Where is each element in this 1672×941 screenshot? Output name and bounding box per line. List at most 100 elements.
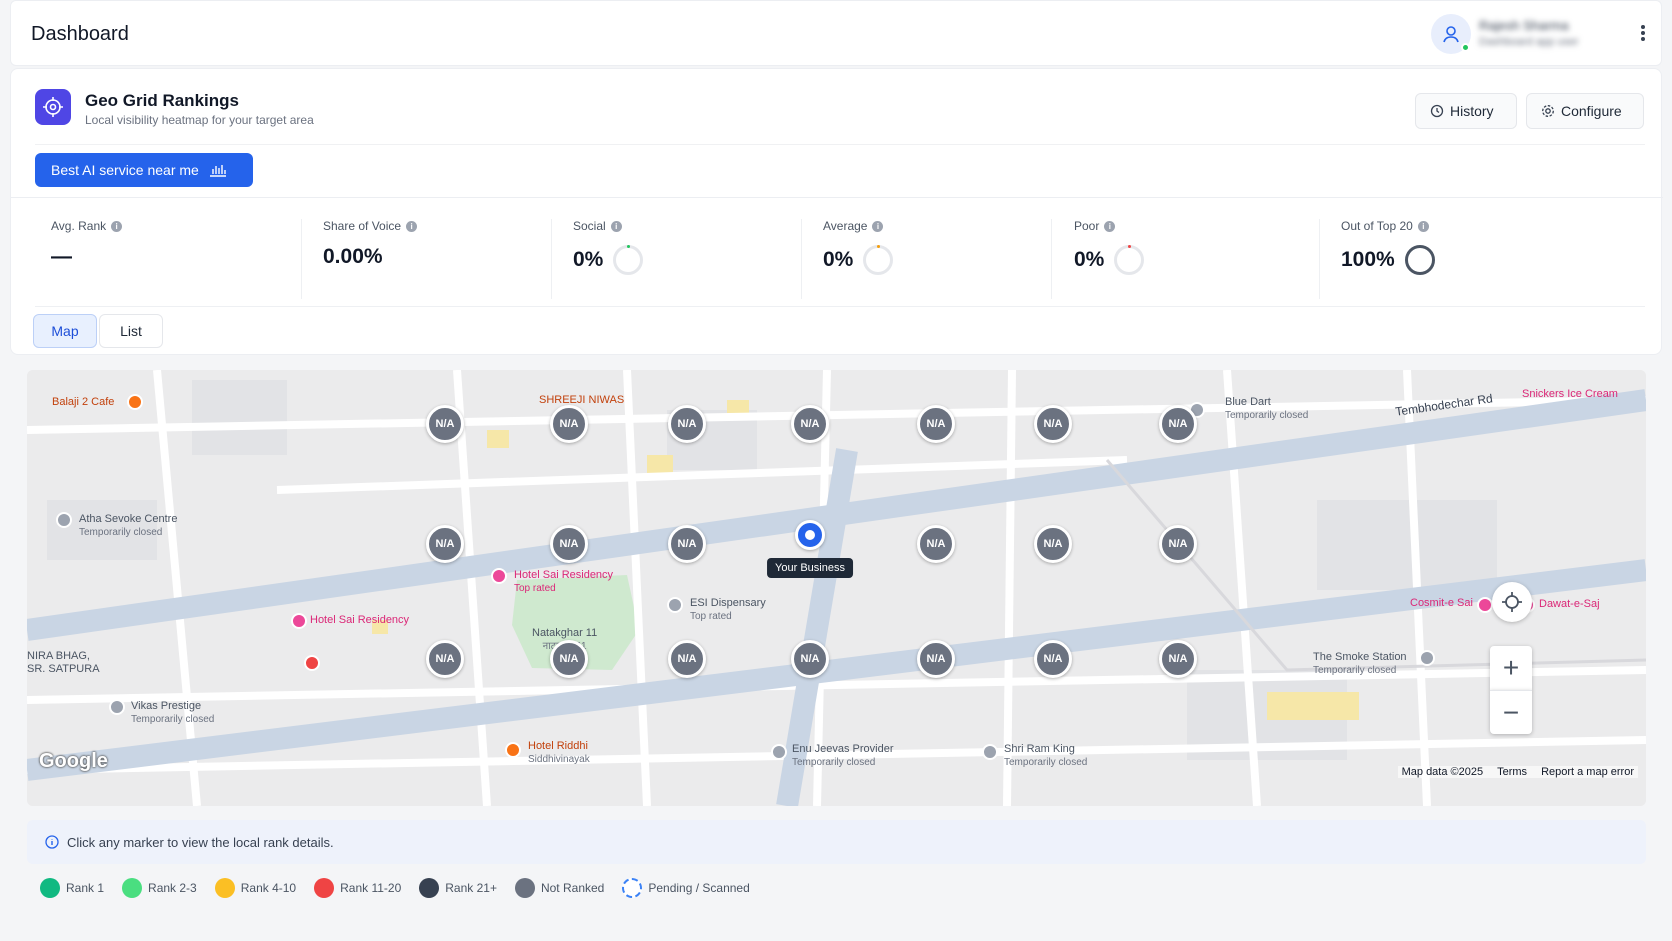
info-icon[interactable]: i (111, 220, 123, 232)
grid-marker[interactable]: N/A (1034, 525, 1072, 563)
poi-status: Top rated (690, 611, 732, 622)
poi-snickers[interactable]: Snickers Ice Cream (1522, 388, 1618, 401)
legend-item: Rank 2-3 (122, 878, 197, 898)
terms-link[interactable]: Terms (1497, 766, 1527, 778)
poi-name: Vikas Prestige (131, 700, 202, 712)
grid-marker[interactable]: N/A (1034, 640, 1072, 678)
legend-label: Rank 11-20 (340, 881, 402, 895)
grid-marker[interactable]: N/A (668, 525, 706, 563)
report-error-link[interactable]: Report a map error (1541, 766, 1634, 778)
info-icon[interactable]: i (872, 220, 884, 232)
grid-marker[interactable]: N/A (668, 640, 706, 678)
more-options-icon[interactable] (1635, 21, 1651, 45)
stat-average: Average i 0% (823, 219, 894, 275)
tab-list[interactable]: List (99, 314, 163, 348)
grid-marker[interactable]: N/A (917, 640, 955, 678)
poi-riddhi[interactable]: Hotel Riddhi Siddhivinayak (528, 740, 590, 766)
rank-11-20-icon (314, 878, 335, 898)
poi-dawat[interactable]: Dawat-e-Saj (1539, 598, 1600, 611)
cafe-icon[interactable] (127, 394, 143, 410)
history-button[interactable]: History (1415, 93, 1517, 129)
zoom-out-button[interactable]: − (1490, 690, 1532, 734)
poi-hotelsai2[interactable]: Hotel Sai Residency (310, 614, 409, 627)
store-icon[interactable] (56, 512, 72, 528)
store-icon[interactable] (109, 699, 125, 715)
stat-label: Social (573, 219, 606, 233)
rank-21-plus-icon (419, 878, 440, 898)
poi-vikas[interactable]: Vikas Prestige Temporarily closed (131, 700, 214, 726)
stat-out-of-top-20: Out of Top 20 i 100% (1341, 219, 1435, 275)
gear-icon (1542, 105, 1554, 117)
poi-cosmit[interactable]: Cosmit-e Sai (1410, 597, 1473, 610)
user-name: Rajesh Sharma (1479, 18, 1569, 33)
poi-name: Atha Sevoke Centre (79, 513, 178, 525)
legend-label: Pending / Scanned (648, 881, 750, 895)
configure-button[interactable]: Configure (1526, 93, 1644, 129)
info-icon[interactable]: i (610, 220, 622, 232)
zoom-in-button[interactable]: + (1490, 646, 1532, 690)
poi-name: ESI Dispensary (690, 597, 766, 609)
stat-value: 0.00% (323, 245, 383, 268)
keyword-button[interactable]: Best AI service near me (35, 153, 253, 187)
poi-smoke[interactable]: The Smoke Station Temporarily closed (1313, 651, 1407, 677)
legend-item: Not Ranked (514, 878, 604, 898)
restaurant-icon[interactable] (304, 655, 320, 671)
grid-marker[interactable]: N/A (917, 405, 955, 443)
legend-label: Rank 1 (66, 881, 105, 895)
history-icon (1430, 104, 1444, 118)
user-icon (1443, 26, 1459, 43)
poi-name: Natakghar 11 (532, 627, 598, 639)
legend-item: Rank 1 (40, 878, 104, 898)
grid-marker[interactable]: N/A (426, 405, 464, 443)
grid-marker[interactable]: N/A (917, 525, 955, 563)
legend-label: Rank 2-3 (148, 881, 197, 895)
legend-label: Rank 4-10 (240, 881, 297, 895)
tab-map[interactable]: Map (33, 314, 97, 348)
poi-hotelsai[interactable]: Hotel Sai Residency Top rated (514, 569, 613, 595)
poi-status: Temporarily closed (131, 714, 215, 725)
poi-shriram[interactable]: Shri Ram King Temporarily closed (1004, 743, 1087, 769)
grid-marker[interactable]: N/A (1159, 405, 1197, 443)
poi-name: Blue Dart (1225, 396, 1271, 408)
rank-2-3-icon (122, 878, 143, 898)
grid-marker[interactable]: N/A (668, 405, 706, 443)
poi-status: Temporarily closed (792, 757, 876, 768)
poi-enu[interactable]: Enu Jeevas Provider Temporarily closed (792, 743, 894, 769)
grid-marker[interactable]: N/A (791, 640, 829, 678)
store-icon[interactable] (982, 744, 998, 760)
map[interactable]: Balaji 2 Cafe SHREEJI NIWAS Blue Dart Tem… (27, 370, 1646, 806)
locate-button[interactable] (1492, 582, 1532, 622)
grid-marker[interactable]: N/A (426, 525, 464, 563)
poi-bluedart[interactable]: Blue Dart Temporarily closed (1225, 396, 1308, 422)
clinic-icon[interactable] (667, 597, 683, 613)
info-icon[interactable]: i (1417, 220, 1429, 232)
info-icon[interactable]: i (1104, 220, 1116, 232)
grid-marker[interactable]: N/A (1159, 640, 1197, 678)
hotel-icon[interactable] (505, 742, 521, 758)
poi-satpura: NIRA BHAG, SR. SATPURA (27, 650, 100, 675)
store-icon[interactable] (1419, 650, 1435, 666)
poi-balaji[interactable]: Balaji 2 Cafe (52, 396, 114, 409)
grid-marker[interactable]: N/A (550, 405, 588, 443)
poi-name: Enu Jeevas Provider (792, 743, 894, 755)
grid-marker[interactable]: N/A (791, 405, 829, 443)
avatar[interactable] (1431, 14, 1471, 54)
history-label: History (1450, 103, 1494, 119)
hotel-icon[interactable] (491, 568, 507, 584)
restaurant-icon[interactable] (1477, 597, 1493, 613)
google-logo: Google (39, 750, 108, 772)
business-location-pin[interactable] (795, 520, 825, 550)
grid-marker[interactable]: N/A (550, 525, 588, 563)
store-icon[interactable] (771, 744, 787, 760)
grid-marker[interactable]: N/A (426, 640, 464, 678)
grid-marker[interactable]: N/A (550, 640, 588, 678)
hotel-icon[interactable] (291, 613, 307, 629)
poi-atha[interactable]: Atha Sevoke Centre Temporarily closed (79, 513, 177, 539)
grid-marker[interactable]: N/A (1159, 525, 1197, 563)
crosshair-icon (1502, 592, 1522, 612)
poi-esi[interactable]: ESI Dispensary Top rated (690, 597, 766, 623)
info-icon[interactable]: i (406, 220, 418, 232)
poi-status: Top rated (514, 583, 556, 594)
progress-ring (1404, 245, 1435, 275)
grid-marker[interactable]: N/A (1034, 405, 1072, 443)
